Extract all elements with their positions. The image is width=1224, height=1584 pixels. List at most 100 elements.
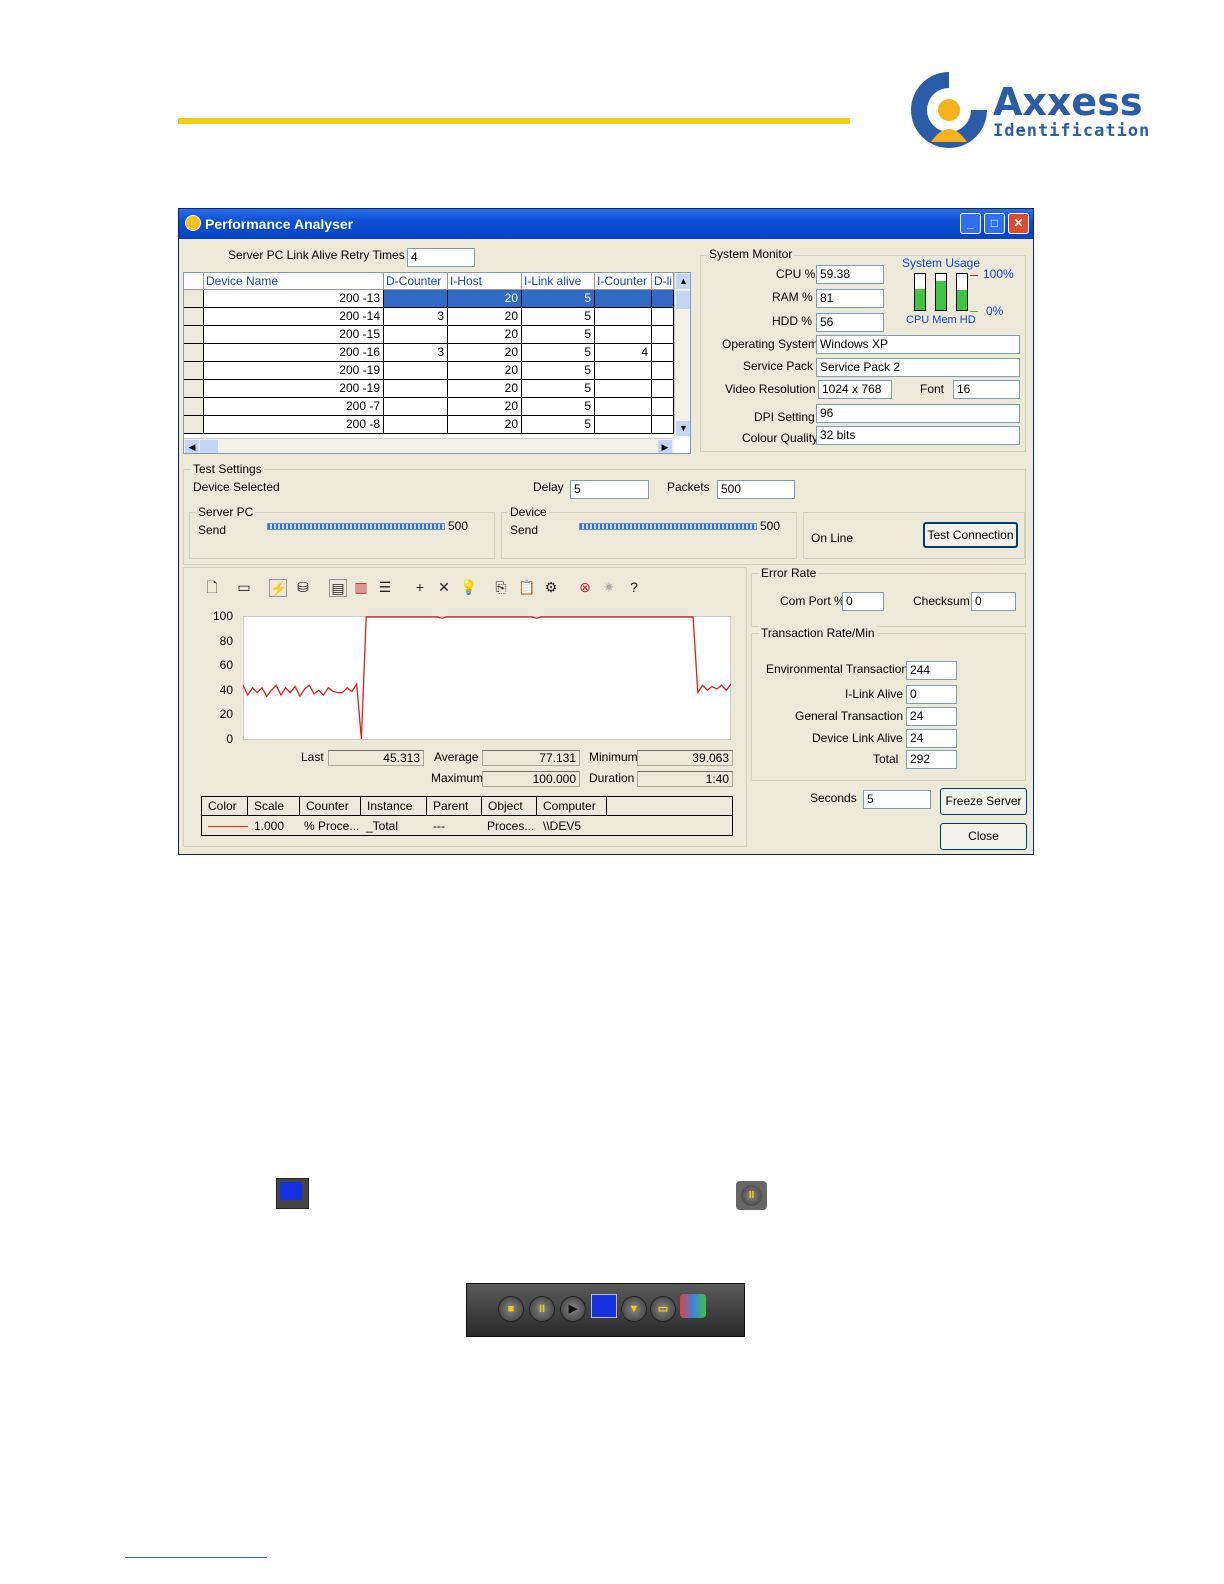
highlight-icon[interactable]: 💡 [460, 579, 477, 595]
grid-cell[interactable] [384, 398, 448, 416]
grid-cell[interactable]: 5 [522, 308, 595, 326]
help-icon[interactable]: ? [626, 579, 642, 595]
freeze-server-button[interactable]: Freeze Server [940, 788, 1027, 815]
ilink-alive-field[interactable]: 0 [906, 685, 957, 704]
grid-cell[interactable] [595, 290, 652, 308]
grid-cell[interactable]: 200 -19 [204, 362, 384, 380]
grid-cell[interactable] [595, 380, 652, 398]
device-grid[interactable]: Device Name D-Counter I-Host I-Link aliv… [183, 272, 691, 454]
view-graph-icon[interactable]: ▤ [329, 579, 347, 597]
grid-cell[interactable]: 4 [595, 344, 652, 362]
col-device-name[interactable]: Device Name [204, 273, 384, 290]
grid-cell[interactable]: 20 [448, 362, 522, 380]
copy-properties-icon[interactable]: ⎘ [493, 579, 509, 595]
colour-quality-field[interactable]: 32 bits [816, 426, 1020, 445]
row-header[interactable] [184, 308, 204, 326]
paste-counter-list-icon[interactable]: 📋 [518, 579, 535, 595]
scroll-left-arrow-icon[interactable]: ◀ [185, 440, 199, 453]
clear-display-icon[interactable]: ▭ [236, 579, 252, 595]
grid-cell[interactable] [595, 362, 652, 380]
grid-cell[interactable]: 20 [448, 308, 522, 326]
row-header[interactable] [184, 398, 204, 416]
properties-icon[interactable]: ⚙ [543, 579, 559, 595]
grid-cell[interactable] [652, 416, 674, 434]
view-current-activity-icon[interactable]: ⚡ [269, 579, 287, 597]
row-header[interactable] [184, 344, 204, 362]
grid-cell[interactable] [384, 416, 448, 434]
grid-cell[interactable] [652, 290, 674, 308]
scroll-down-arrow-icon[interactable]: ▼ [676, 421, 690, 436]
grid-cell[interactable] [652, 308, 674, 326]
grid-cell[interactable]: 20 [448, 290, 522, 308]
pause-icon[interactable]: II [529, 1296, 555, 1322]
row-header[interactable] [184, 326, 204, 344]
grid-cell[interactable] [652, 380, 674, 398]
monitor-icon[interactable] [591, 1294, 617, 1318]
grid-cell[interactable]: 20 [448, 398, 522, 416]
close-window-button[interactable]: ✕ [1008, 213, 1029, 234]
grid-cell[interactable]: 200 -13 [204, 290, 384, 308]
server-send-slider[interactable] [267, 523, 445, 530]
grid-cell[interactable]: 200 -15 [204, 326, 384, 344]
grid-cell[interactable]: 20 [448, 326, 522, 344]
packets-input[interactable]: 500 [717, 480, 795, 499]
checksum-field[interactable]: 0 [971, 592, 1016, 611]
device-send-slider[interactable] [579, 523, 757, 530]
maximize-button[interactable]: □ [984, 213, 1005, 234]
row-header[interactable] [184, 290, 204, 308]
row-header[interactable] [184, 416, 204, 434]
font-field[interactable]: 16 [953, 380, 1020, 399]
ram-field[interactable]: 81 [816, 289, 884, 308]
grid-cell[interactable]: 3 [384, 344, 448, 362]
view-log-data-icon[interactable]: ⛁ [295, 579, 311, 595]
view-histogram-icon[interactable]: ▥ [353, 579, 369, 595]
com-port-field[interactable]: 0 [842, 592, 884, 611]
title-bar[interactable]: Performance Analyser _ □ ✕ [179, 209, 1033, 239]
update-data-icon[interactable]: ✷ [601, 579, 617, 595]
environmental-transaction-field[interactable]: 244 [906, 661, 957, 680]
display-icon[interactable]: ▭ [650, 1296, 676, 1322]
new-counter-set-icon[interactable]: 🗋 [204, 579, 220, 595]
hdd-field[interactable]: 56 [816, 313, 884, 332]
os-field[interactable]: Windows XP [816, 335, 1020, 354]
col-d-counter[interactable]: D-Counter [384, 273, 448, 290]
play-icon[interactable]: ▶ [560, 1296, 586, 1322]
grid-cell[interactable]: 200 -19 [204, 380, 384, 398]
grid-cell[interactable]: 5 [522, 416, 595, 434]
cpu-field[interactable]: 59.38 [816, 265, 884, 284]
scroll-right-arrow-icon[interactable]: ▶ [658, 440, 672, 453]
grid-cell[interactable] [652, 344, 674, 362]
apps-icon[interactable] [680, 1294, 706, 1318]
seconds-input[interactable]: 5 [863, 790, 931, 809]
grid-cell[interactable]: 200 -8 [204, 416, 384, 434]
grid-cell[interactable] [595, 308, 652, 326]
grid-cell[interactable]: 5 [522, 290, 595, 308]
grid-cell[interactable] [384, 362, 448, 380]
stop-icon[interactable]: ■ [498, 1296, 524, 1322]
retry-times-input[interactable]: 4 [407, 248, 475, 267]
grid-cell[interactable]: 20 [448, 344, 522, 362]
grid-cell[interactable]: 200 -7 [204, 398, 384, 416]
delay-input[interactable]: 5 [570, 480, 649, 499]
test-connection-button[interactable]: Test Connection [923, 522, 1018, 548]
col-i-link-alive[interactable]: I-Link alive [522, 273, 595, 290]
grid-cell[interactable] [652, 326, 674, 344]
dpi-field[interactable]: 96 [816, 404, 1020, 423]
grid-cell[interactable]: 5 [522, 380, 595, 398]
col-i-counter[interactable]: I-Counter [595, 273, 652, 290]
close-button[interactable]: Close [940, 823, 1027, 850]
view-report-icon[interactable]: ☰ [377, 579, 393, 595]
grid-cell[interactable] [652, 362, 674, 380]
counter-legend[interactable]: Color Scale Counter Instance Parent Obje… [201, 796, 733, 836]
filter-icon[interactable]: ▼ [621, 1296, 647, 1322]
hscroll-thumb[interactable] [200, 440, 218, 453]
row-header[interactable] [184, 380, 204, 398]
col-d-link[interactable]: D-li [652, 273, 674, 290]
delete-counter-icon[interactable]: ✕ [436, 579, 452, 595]
add-counter-icon[interactable]: + [412, 579, 428, 595]
grid-horizontal-scrollbar[interactable]: ◀ ▶ [184, 438, 674, 453]
grid-cell[interactable] [384, 290, 448, 308]
grid-cell[interactable]: 3 [384, 308, 448, 326]
grid-cell[interactable] [595, 416, 652, 434]
grid-cell[interactable]: 5 [522, 326, 595, 344]
